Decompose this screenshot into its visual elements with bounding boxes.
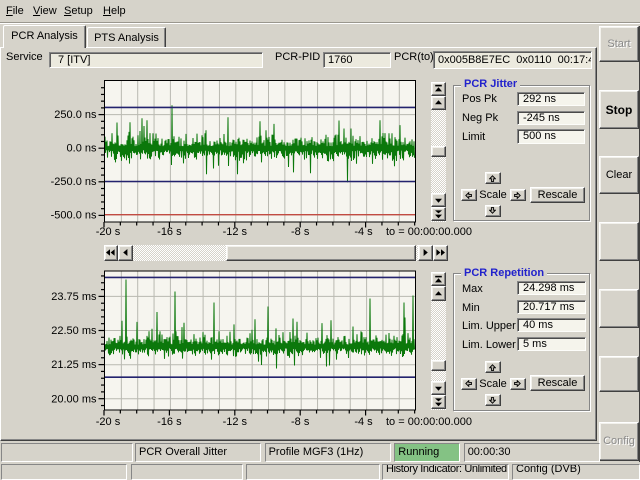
svg-text:23.75 ms: 23.75 ms: [51, 291, 97, 303]
svg-text:-20 s: -20 s: [96, 416, 121, 428]
svg-text:-12 s: -12 s: [223, 226, 248, 238]
svg-text:22.50 ms: 22.50 ms: [51, 325, 97, 337]
svg-text:21.25 ms: 21.25 ms: [51, 359, 97, 371]
svg-text:-8 s: -8 s: [291, 226, 310, 238]
svg-text:-4 s: -4 s: [354, 416, 373, 428]
svg-text:0.0 ns: 0.0 ns: [67, 143, 97, 155]
svg-text:-12 s: -12 s: [223, 416, 248, 428]
svg-text:-8 s: -8 s: [291, 416, 310, 428]
svg-text:20.00 ms: 20.00 ms: [51, 393, 97, 405]
svg-text:to = 00:00:00.000: to = 00:00:00.000: [386, 416, 472, 428]
svg-text:to = 00:00:00.000: to = 00:00:00.000: [386, 226, 472, 238]
svg-text:-16 s: -16 s: [157, 226, 182, 238]
svg-text:-250.0 ns: -250.0 ns: [51, 176, 97, 188]
svg-text:-16 s: -16 s: [157, 416, 182, 428]
svg-text:-4 s: -4 s: [354, 226, 373, 238]
svg-text:250.0 ns: 250.0 ns: [54, 109, 97, 121]
svg-text:-500.0 ns: -500.0 ns: [51, 209, 97, 221]
svg-text:-20 s: -20 s: [96, 226, 121, 238]
